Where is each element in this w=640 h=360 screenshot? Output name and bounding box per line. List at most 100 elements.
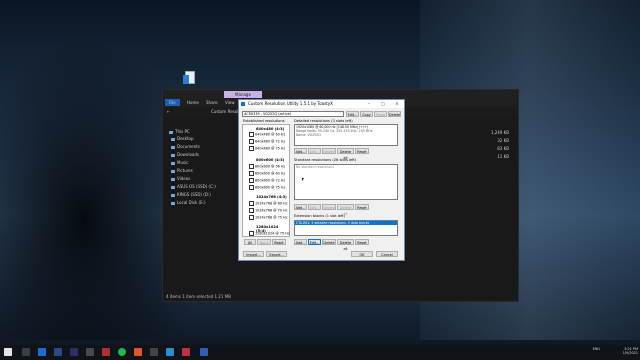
videos-icon bbox=[171, 177, 175, 181]
back-arrow-icon[interactable]: ← bbox=[167, 109, 170, 114]
resolution-checkbox[interactable]: 800x600 @ 56 Hz bbox=[249, 164, 285, 169]
sidebar-item-e-drive[interactable]: Local Disk (E:) bbox=[171, 199, 206, 206]
tab-manage[interactable]: Manage bbox=[224, 91, 262, 98]
sidebar-item-documents[interactable]: Documents bbox=[171, 143, 200, 150]
established-label: Established resolutions bbox=[243, 119, 285, 123]
detailed-delete-button[interactable]: Delete bbox=[322, 148, 336, 154]
standard-edit-button[interactable]: Edit... bbox=[308, 204, 321, 210]
cru-dialog: Custom Resolution Utility 1.5.1 by Toast… bbox=[238, 99, 405, 261]
brave-icon[interactable] bbox=[134, 348, 142, 356]
standard-delete-button[interactable]: Delete bbox=[322, 204, 336, 210]
explorer-titlebar[interactable] bbox=[163, 90, 518, 98]
downloads-icon bbox=[171, 153, 175, 157]
export-button[interactable]: Export... bbox=[266, 251, 287, 257]
vscode-icon[interactable] bbox=[38, 348, 46, 356]
cru-taskbar-icon[interactable] bbox=[200, 348, 208, 356]
sidebar-item-pictures[interactable]: Pictures bbox=[171, 167, 193, 174]
extension-reset-button[interactable]: Reset bbox=[355, 239, 369, 245]
photoshop-icon[interactable] bbox=[54, 348, 62, 356]
standard-reset-button[interactable]: Reset bbox=[355, 204, 369, 210]
cancel-button[interactable]: Cancel bbox=[376, 251, 398, 257]
desktop-file-icon[interactable] bbox=[183, 71, 195, 85]
ok-button[interactable]: OK bbox=[351, 251, 373, 257]
task-view-icon[interactable] bbox=[22, 348, 30, 356]
sidebar-item-c-drive[interactable]: ASUS OS (SSD) (C:) bbox=[171, 183, 216, 190]
detailed-edit-button[interactable]: Edit... bbox=[308, 148, 321, 154]
after-effects-icon[interactable] bbox=[70, 348, 78, 356]
file-size: 32 KB bbox=[497, 138, 509, 143]
monitor-select[interactable]: ACR0339 - VG252Q (active) bbox=[242, 111, 344, 117]
resolution-checkbox[interactable]: 640x480 @ 75 Hz bbox=[249, 146, 285, 151]
app-icon[interactable] bbox=[102, 348, 110, 356]
detailed-add-button[interactable]: Add... bbox=[294, 148, 307, 154]
telegram-icon[interactable] bbox=[166, 348, 174, 356]
paste-button[interactable]: Paste bbox=[374, 111, 387, 117]
standard-list[interactable]: No standard resolutions bbox=[294, 164, 398, 200]
sidebar-item-this-pc[interactable]: This PC bbox=[169, 128, 190, 135]
extension-edit-button[interactable]: Edit... bbox=[308, 239, 321, 245]
group-header: 640x480 (4:3) bbox=[256, 127, 285, 131]
sidebar-item-music[interactable]: Music bbox=[171, 159, 188, 166]
extension-delete-all-button[interactable]: Delete all bbox=[337, 239, 354, 251]
resolution-checkbox[interactable]: 800x600 @ 60 Hz bbox=[249, 171, 285, 176]
resolution-checkbox[interactable]: 1024x768 @ 70 Hz bbox=[249, 208, 287, 213]
sidebar-item-downloads[interactable]: Downloads bbox=[171, 151, 199, 158]
standard-add-button[interactable]: Add... bbox=[294, 204, 307, 210]
clock[interactable]: 5:21 PM 1/9/2021 bbox=[608, 347, 638, 355]
extension-add-button[interactable]: Add... bbox=[294, 239, 307, 245]
start-windows-icon[interactable] bbox=[4, 348, 12, 356]
all-button[interactable]: All bbox=[244, 239, 256, 245]
resolution-checkbox[interactable]: 1024x768 @ 60 Hz bbox=[249, 201, 287, 206]
pictures-icon bbox=[171, 169, 175, 173]
app-icon[interactable] bbox=[182, 348, 190, 356]
cru-title: Custom Resolution Utility 1.5.1 by Toast… bbox=[248, 101, 333, 106]
tab-file[interactable]: File bbox=[165, 99, 180, 106]
extension-label: Extension blocks (1 slot left) bbox=[294, 214, 346, 218]
sidebar-item-d-drive[interactable]: KINGS (SSD) (D:) bbox=[171, 191, 211, 198]
explorer-sidebar: This PC Desktop Documents Downloads Musi… bbox=[163, 118, 238, 293]
copy-button[interactable]: Copy bbox=[360, 111, 373, 117]
maximize-icon[interactable]: □ bbox=[377, 100, 389, 108]
file-size: 83 KB bbox=[497, 146, 509, 151]
none-button[interactable]: None bbox=[257, 239, 271, 245]
import-button[interactable]: Import... bbox=[243, 251, 264, 257]
resolution-checkbox[interactable]: 1280x1024 @ 75 Hz bbox=[249, 231, 290, 236]
documents-icon bbox=[171, 145, 175, 149]
cru-titlebar[interactable]: Custom Resolution Utility 1.5.1 by Toast… bbox=[239, 100, 404, 108]
extension-delete-button[interactable]: Delete bbox=[322, 239, 336, 245]
language-indicator[interactable]: ENG bbox=[590, 347, 600, 351]
drive-icon bbox=[171, 185, 175, 189]
list-item: No standard resolutions bbox=[296, 165, 334, 169]
resolution-checkbox[interactable]: 800x600 @ 75 Hz bbox=[249, 185, 285, 190]
list-item-selected[interactable]: CTA-861: 5 detailed resolutions, 5 data … bbox=[295, 221, 397, 225]
sidebar-item-desktop[interactable]: Desktop bbox=[171, 135, 194, 142]
app-icon[interactable] bbox=[150, 348, 158, 356]
explorer-status-bar: 4 items 1 item selected 1.21 MB bbox=[166, 294, 231, 299]
file-size: 1,249 KB bbox=[490, 130, 509, 135]
minimize-icon[interactable]: – bbox=[363, 100, 375, 108]
close-icon[interactable]: ✕ bbox=[391, 100, 403, 108]
extension-list[interactable]: CTA-861: 5 detailed resolutions, 5 data … bbox=[294, 220, 398, 236]
spotify-icon[interactable] bbox=[118, 348, 126, 356]
steam-icon[interactable] bbox=[86, 348, 94, 356]
list-item[interactable]: Name: VG252Q bbox=[295, 133, 397, 137]
monitor-edit-button[interactable]: Edit... bbox=[346, 111, 359, 117]
tab-view[interactable]: View bbox=[221, 99, 239, 106]
resolution-checkbox[interactable]: 1024x768 @ 75 Hz bbox=[249, 215, 287, 220]
cru-app-icon bbox=[241, 102, 245, 106]
established-group: 640x480 (4:3) 640x480 @ 60 Hz 640x480 @ … bbox=[242, 124, 290, 237]
resolution-checkbox[interactable]: 640x480 @ 72 Hz bbox=[249, 139, 285, 144]
detailed-reset-button[interactable]: Reset bbox=[355, 148, 369, 154]
delete-monitor-button[interactable]: Delete bbox=[388, 111, 401, 117]
tab-home[interactable]: Home bbox=[183, 99, 203, 106]
standard-label: Standard resolutions (26 slots left) bbox=[294, 158, 357, 162]
detailed-delete-all-button[interactable]: Delete all bbox=[337, 148, 354, 160]
standard-delete-all-button[interactable]: Delete all bbox=[337, 204, 354, 216]
detailed-list[interactable]: 1920x1080 @ 60.000 Hz [148.50 MHz] (+/+)… bbox=[294, 124, 398, 146]
sidebar-item-videos[interactable]: Videos bbox=[171, 175, 190, 182]
resolution-checkbox[interactable]: 640x480 @ 60 Hz bbox=[249, 132, 285, 137]
group-header: 1024x768 (4:3) bbox=[256, 195, 287, 199]
tab-share[interactable]: Share bbox=[202, 99, 222, 106]
reset-established-button[interactable]: Reset bbox=[272, 239, 286, 245]
resolution-checkbox[interactable]: 800x600 @ 72 Hz bbox=[249, 178, 285, 183]
